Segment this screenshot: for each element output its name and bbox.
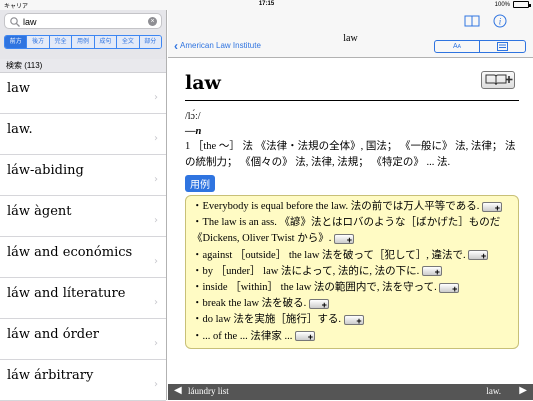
- add-example-icon[interactable]: [481, 200, 502, 216]
- example-sentence: ・... of the ... 法律家 ...: [192, 329, 512, 345]
- add-example-icon[interactable]: [439, 281, 460, 297]
- example-sentence: ・Everybody is equal before the law. 法の前で…: [192, 199, 512, 216]
- definition: 1 ［the ～］ 法 《法律・法規の全体》, 国法； 《一般に》 法, 法律；…: [185, 141, 516, 168]
- search-box[interactable]: ×: [4, 13, 162, 29]
- add-example-icon[interactable]: [294, 329, 315, 345]
- example-sentence: ・do law 法を実施［施行］する.: [192, 312, 512, 329]
- list-item-label: láw and líterature: [7, 286, 126, 301]
- mode-tab[interactable]: 部分: [139, 36, 161, 48]
- list-item[interactable]: láw àgent ›: [0, 196, 166, 237]
- headword: law: [185, 72, 221, 94]
- list-item[interactable]: láw and económics ›: [0, 237, 166, 278]
- example-sentence: ・by ［under］ law 法によって, 法的に, 法の下に.: [192, 264, 512, 281]
- part-of-speech: —n: [185, 126, 519, 137]
- examples-box: ・Everybody is equal before the law. 法の前で…: [185, 195, 519, 349]
- add-example-icon[interactable]: [421, 264, 442, 281]
- mode-tab[interactable]: 完全: [49, 36, 73, 48]
- search-area: × 前方後方完全用例成句全文部分: [0, 10, 166, 60]
- list-item[interactable]: law ›: [0, 73, 166, 114]
- example-text: ・by ［under］ law 法によって, 法的に, 法の下に.: [192, 265, 420, 277]
- list-item[interactable]: law. ›: [0, 114, 166, 155]
- battery-percent: 100%: [494, 1, 510, 8]
- chevron-right-icon: ›: [154, 379, 158, 390]
- next-entry-link[interactable]: law.: [486, 386, 501, 396]
- list-item[interactable]: láw and órder ›: [0, 319, 166, 360]
- list-item[interactable]: láw árbitrary ›: [0, 360, 166, 401]
- image-view-button[interactable]: [480, 41, 525, 52]
- search-mode-tabs: 前方 後方 完全 用例 成句 全文 部分: [4, 35, 162, 49]
- mode-tab[interactable]: 全文: [117, 36, 140, 48]
- battery-icon: [513, 1, 531, 8]
- top-toolbar: i: [168, 10, 533, 32]
- search-panel: × 前方後方完全用例成句全文部分 検索 (113) law›law.›láw-a…: [0, 10, 167, 401]
- mode-tab[interactable]: 用例: [72, 36, 95, 48]
- chevron-right-icon: ›: [154, 92, 158, 103]
- add-example-icon[interactable]: [343, 313, 364, 329]
- result-count: 検索 (113): [0, 59, 166, 73]
- mode-tab[interactable]: 前方: [5, 36, 28, 48]
- pronunciation: /lɔ́ː/: [185, 111, 201, 122]
- picture-icon: [497, 42, 508, 51]
- list-item-label: láw-abiding: [7, 163, 84, 178]
- book-view-icon[interactable]: [464, 14, 480, 28]
- chevron-right-icon: ›: [154, 338, 158, 349]
- search-input[interactable]: [23, 16, 143, 28]
- list-item[interactable]: láw-abiding ›: [0, 155, 166, 196]
- pos-label: n: [195, 126, 202, 137]
- list-item-label: láw árbitrary: [7, 368, 94, 383]
- result-list: law › law. › láw-abiding › láw àgent › láw and e…: [0, 73, 166, 401]
- bottom-nav-bar: ◀ láundry list law. ▶: [168, 384, 533, 400]
- list-item-label: law.: [7, 122, 33, 137]
- list-item-label: law: [7, 81, 31, 96]
- add-example-icon[interactable]: [333, 232, 354, 248]
- prev-entry-link[interactable]: láundry list: [188, 386, 229, 396]
- chevron-right-icon: ›: [154, 215, 158, 226]
- list-item-label: láw and económics: [7, 245, 133, 260]
- font-size-sublabel: A: [457, 43, 461, 50]
- clock: 17:15: [258, 1, 275, 7]
- list-item-label: láw and órder: [7, 327, 100, 342]
- example-text: ・Everybody is equal before the law. 法の前で…: [192, 201, 480, 212]
- font-size-button[interactable]: AA: [435, 41, 480, 52]
- battery-indicator: 100%: [494, 1, 531, 8]
- chevron-right-icon: ›: [154, 174, 158, 185]
- example-text: ・break the law 法を破る.: [192, 298, 307, 310]
- example-sentence: ・The law is an ass. 《諺》法とはロバのような［ばかげた］もの…: [192, 215, 512, 248]
- search-icon: [10, 17, 20, 27]
- add-bookmark-button[interactable]: [481, 71, 515, 89]
- example-text: ・do law 法を実施［施行］する.: [192, 314, 342, 326]
- example-text: ・... of the ... 法律家 ...: [192, 330, 293, 342]
- entry-content: law /lɔ́ː/ —n 1 ［the ～］ 法 《法律・法規の全体》, 国法…: [168, 58, 533, 384]
- nav-bar: ‹ American Law Institute law AA: [168, 32, 533, 58]
- pos-dash: —: [185, 126, 196, 137]
- example-sentence: ・against ［outside］ the law 法を破って［犯して］, 違…: [192, 248, 512, 264]
- chevron-right-icon: ›: [154, 256, 158, 267]
- example-text: ・inside ［within］ the law 法の範囲内で, 法を守って.: [192, 282, 437, 294]
- info-icon[interactable]: i: [493, 14, 507, 28]
- view-segmented-control: AA: [434, 40, 526, 53]
- chevron-right-icon: ›: [154, 297, 158, 308]
- example-sentence: ・inside ［within］ the law 法の範囲内で, 法を守って.: [192, 280, 512, 297]
- prev-arrow-icon[interactable]: ◀: [174, 385, 182, 396]
- divider: [185, 100, 519, 101]
- status-bar: キャリア 17:15 100%: [0, 0, 533, 10]
- list-item[interactable]: láw and líterature ›: [0, 278, 166, 319]
- examples-label[interactable]: 用例: [185, 175, 215, 192]
- book-plus-icon: [485, 74, 513, 86]
- chevron-right-icon: ›: [154, 133, 158, 144]
- example-sentence: ・break the law 法を破る.: [192, 296, 512, 313]
- add-example-icon[interactable]: [308, 297, 329, 313]
- mode-tab[interactable]: 成句: [94, 36, 118, 48]
- next-arrow-icon[interactable]: ▶: [519, 385, 527, 396]
- example-text: ・against ［outside］ the law 法を破って［犯して］, 違…: [192, 249, 466, 261]
- svg-text:i: i: [499, 17, 502, 27]
- add-example-icon[interactable]: [468, 248, 489, 264]
- clear-icon[interactable]: ×: [148, 17, 157, 26]
- list-item-label: láw àgent: [7, 204, 72, 219]
- entry-panel: i ‹ American Law Institute law AA law /l…: [168, 10, 533, 400]
- mode-tab[interactable]: 後方: [27, 36, 50, 48]
